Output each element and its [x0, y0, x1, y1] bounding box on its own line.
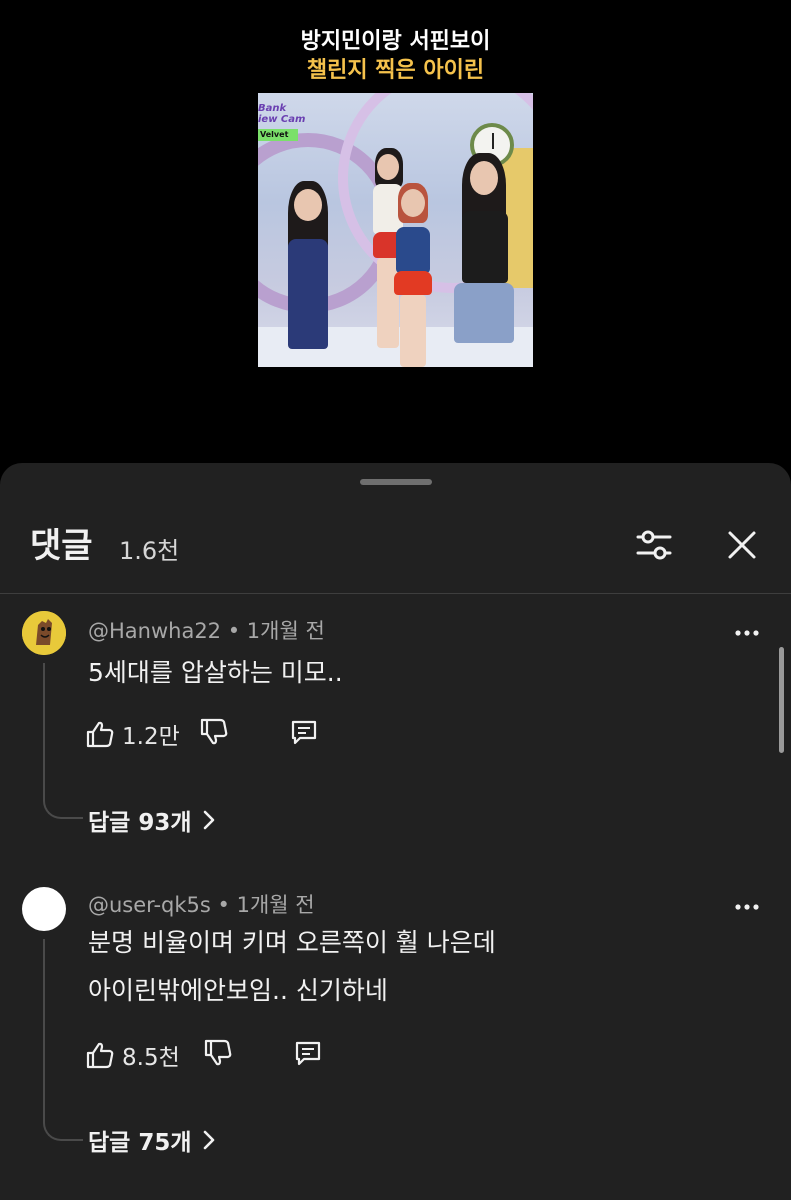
replies-count-label: 답글 93개: [88, 810, 192, 836]
comment-author[interactable]: @Hanwha22: [88, 619, 221, 643]
sliders-icon: [636, 530, 672, 560]
close-button[interactable]: [720, 523, 764, 567]
thumbs-up-icon: [86, 1042, 114, 1069]
performer-left: [266, 181, 346, 367]
avatar[interactable]: [22, 611, 66, 655]
comments-title: 댓글: [30, 526, 93, 566]
comments-count: 1.6천: [119, 537, 180, 565]
sort-filter-button[interactable]: [632, 523, 676, 567]
comment-more-button[interactable]: [730, 895, 764, 919]
reply-button[interactable]: [292, 1037, 328, 1073]
like-count: 8.5천: [122, 1045, 180, 1071]
dislike-button[interactable]: [202, 1037, 238, 1073]
comment-text-line: 분명 비율이며 키며 오른쪽이 훨 나은데: [88, 928, 496, 957]
thumbs-down-icon: [204, 1039, 232, 1066]
scrollbar[interactable]: [779, 647, 784, 753]
dislike-button[interactable]: [198, 716, 234, 752]
close-icon: [728, 531, 756, 559]
performer-middle: [388, 183, 438, 367]
thumbs-down-icon: [200, 718, 228, 745]
drag-handle[interactable]: [360, 479, 432, 485]
broadcast-tag-line-1: Bank: [258, 103, 287, 114]
video-frame: Bank iew Cam Velvet: [258, 93, 533, 367]
view-replies-link[interactable]: 답글 75개: [88, 1123, 216, 1157]
like-button[interactable]: 1.2만: [84, 716, 180, 752]
comment-bubble-icon: [295, 1041, 321, 1066]
replies-count-label: 답글 75개: [88, 1130, 192, 1156]
reply-button[interactable]: [288, 716, 324, 752]
comment-actions: 1.2만: [84, 716, 384, 752]
comment-text-line: 5세대를 압살하는 미모..: [88, 658, 343, 687]
comment-time: 1개월 전: [236, 893, 315, 917]
comment-meta: @user-qk5s • 1개월 전: [88, 889, 315, 919]
broadcast-tag: Bank iew Cam: [258, 103, 305, 125]
comment-meta: @Hanwha22 • 1개월 전: [88, 615, 325, 645]
more-horizontal-icon: [735, 630, 759, 636]
more-horizontal-icon: [735, 904, 759, 910]
chevron-right-icon: [203, 810, 214, 830]
view-replies-link[interactable]: 답글 93개: [88, 803, 216, 837]
meta-separator: •: [227, 619, 247, 643]
comment-text: 5세대를 압살하는 미모..: [88, 649, 343, 697]
comment-author[interactable]: @user-qk5s: [88, 893, 211, 917]
comments-panel: 댓글 1.6천 @Hanwha22 • 1개월 전 5세대를 압살하는 미모..…: [0, 463, 791, 1200]
broadcast-tag-line-2: iew Cam: [258, 114, 306, 125]
video-caption-line-2: 챌린지 찍은 아이린: [306, 58, 485, 83]
comment-text-line: 아이린밖에안보임.. 신기하네: [88, 976, 388, 1005]
comment-text: 분명 비율이며 키며 오른쪽이 훨 나은데 아이린밖에안보임.. 신기하네: [88, 919, 496, 1015]
avatar[interactable]: [22, 887, 66, 931]
comment-actions: 8.5천: [84, 1037, 384, 1073]
like-button[interactable]: 8.5천: [84, 1037, 180, 1073]
like-count: 1.2만: [122, 724, 180, 750]
thread-line: [43, 939, 83, 1141]
thumbs-up-icon: [86, 721, 114, 748]
comment-bubble-icon: [291, 720, 317, 745]
thread-line: [43, 663, 83, 819]
meta-separator: •: [217, 893, 237, 917]
comment-more-button[interactable]: [730, 621, 764, 645]
video-player[interactable]: 방지민이랑 서핀보이 챌린지 찍은 아이린 Bank iew Cam Velvet: [0, 0, 791, 468]
comment-time: 1개월 전: [246, 619, 325, 643]
performer-right: [438, 153, 528, 367]
group-tag: Velvet: [258, 129, 298, 141]
mascot-avatar-image: [22, 611, 66, 655]
video-caption-line-1: 방지민이랑 서핀보이: [300, 29, 491, 54]
header-divider: [0, 593, 791, 594]
chevron-right-icon: [203, 1130, 214, 1150]
